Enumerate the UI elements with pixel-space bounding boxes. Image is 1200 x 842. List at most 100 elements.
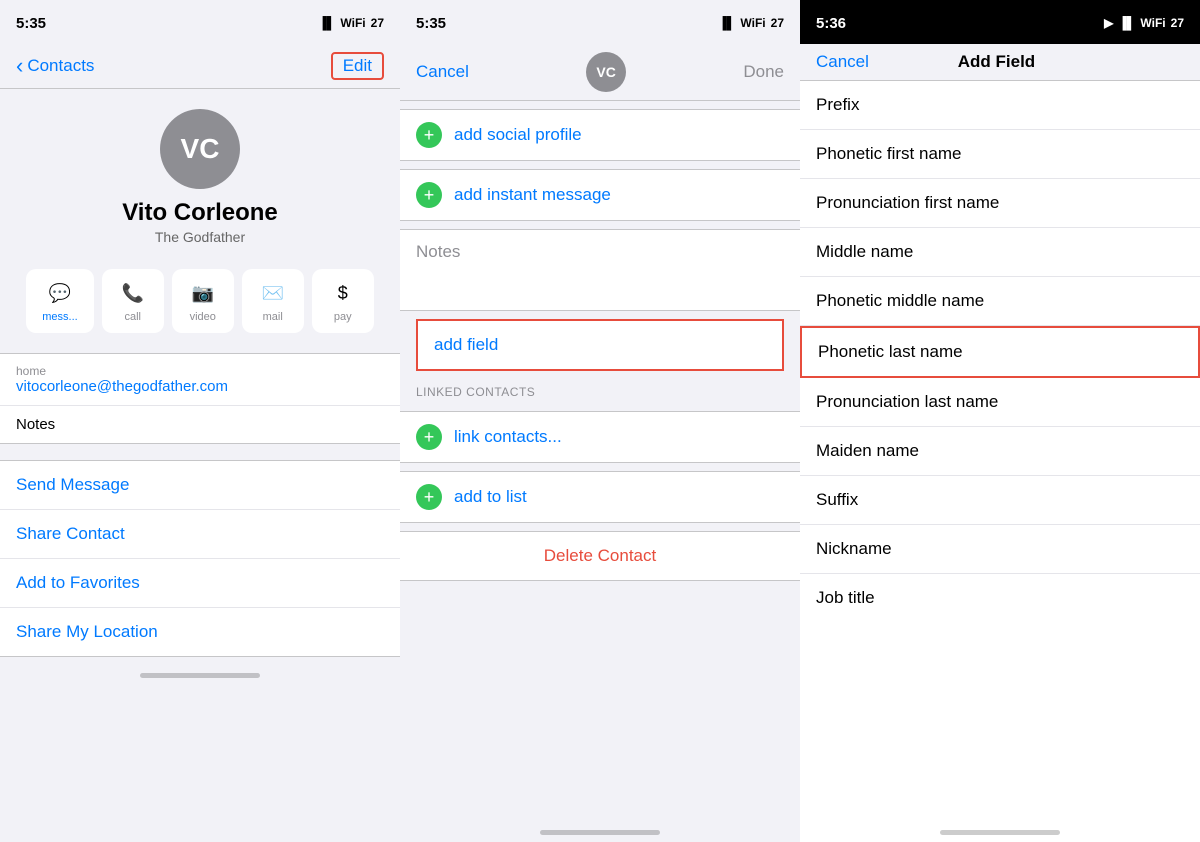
home-indicator-3 [800, 822, 1200, 842]
video-label: video [190, 311, 216, 323]
edit-scroll-area[interactable]: + add social profile + add instant messa… [400, 101, 800, 822]
add-field-panel: 5:36 ▶ ▐▌ WiFi 27 Cancel Add Field Prefi… [800, 0, 1200, 842]
battery-icon-2: 27 [771, 16, 784, 30]
contact-subtitle: The Godfather [155, 229, 245, 245]
pay-action-button[interactable]: $ pay [312, 269, 374, 333]
scroll-spacer [400, 589, 800, 609]
video-icon: 📷 [189, 279, 217, 307]
share-location-button[interactable]: Share My Location [0, 608, 400, 656]
add-field-label: add field [434, 335, 498, 354]
field-phonetic-last-name[interactable]: Phonetic last name [800, 326, 1200, 378]
add-im-section: + add instant message [400, 169, 800, 221]
add-social-plus-icon: + [416, 122, 442, 148]
signal-icon-2: ▐▌ [718, 16, 735, 30]
add-field-cancel-button[interactable]: Cancel [816, 52, 869, 72]
edit-contact-button[interactable]: Edit [331, 52, 384, 80]
field-list: Prefix Phonetic first name Pronunciation… [800, 81, 1200, 822]
contact-name: Vito Corleone [122, 199, 278, 227]
status-icons-2: ▐▌ WiFi 27 [718, 16, 784, 30]
notes-input-area[interactable]: Notes [400, 230, 800, 310]
back-to-contacts-button[interactable]: Contacts [16, 53, 94, 79]
add-social-label: add social profile [454, 125, 582, 145]
pay-label: pay [334, 311, 352, 323]
field-nickname[interactable]: Nickname [800, 525, 1200, 574]
home-bar-3 [940, 830, 1060, 835]
add-to-list-label: add to list [454, 487, 527, 507]
edit-done-button[interactable]: Done [743, 62, 784, 82]
email-label: home [16, 364, 384, 378]
home-bar-1 [140, 673, 260, 678]
status-time-1: 5:35 [16, 15, 46, 32]
contact-links-section: Send Message Share Contact Add to Favori… [0, 460, 400, 657]
field-job-title[interactable]: Job title [800, 574, 1200, 622]
delete-contact-section: Delete Contact [400, 531, 800, 581]
link-contacts-button[interactable]: + link contacts... [400, 412, 800, 462]
field-maiden-name[interactable]: Maiden name [800, 427, 1200, 476]
add-instant-message-button[interactable]: + add instant message [400, 170, 800, 220]
edit-avatar: VC [586, 52, 626, 92]
edit-cancel-button[interactable]: Cancel [416, 62, 469, 82]
call-action-button[interactable]: 📞 call [102, 269, 164, 333]
field-middle-name[interactable]: Middle name [800, 228, 1200, 277]
linked-contacts-section: + link contacts... [400, 411, 800, 463]
home-bar-2 [540, 830, 660, 835]
contact-nav-bar: Contacts Edit [0, 44, 400, 89]
call-icon: 📞 [119, 279, 147, 307]
mail-label: mail [263, 311, 283, 323]
add-field-button[interactable]: add field [416, 319, 784, 371]
pay-icon: $ [329, 279, 357, 307]
contact-header: VC Vito Corleone The Godfather [0, 89, 400, 257]
share-contact-button[interactable]: Share Contact [0, 510, 400, 559]
notes-section: Notes [400, 229, 800, 311]
notes-input-label: Notes [416, 242, 460, 261]
message-action-button[interactable]: 💬 mess... [26, 269, 93, 333]
add-field-title: Add Field [958, 52, 1035, 72]
field-phonetic-middle-name[interactable]: Phonetic middle name [800, 277, 1200, 326]
wifi-icon-2: WiFi [740, 16, 765, 30]
message-icon: 💬 [46, 279, 74, 307]
link-contacts-label: link contacts... [454, 427, 562, 447]
status-bar-2: 5:35 ▐▌ WiFi 27 [400, 0, 800, 44]
add-to-list-section: + add to list [400, 471, 800, 523]
contact-info-section: home vitocorleone@thegodfather.com Notes [0, 353, 400, 444]
email-value: vitocorleone@thegodfather.com [16, 378, 384, 395]
add-to-list-plus-icon: + [416, 484, 442, 510]
action-buttons: 💬 mess... 📞 call 📷 video ✉️ mail $ pay [0, 257, 400, 345]
notes-label: Notes [16, 416, 384, 433]
field-suffix[interactable]: Suffix [800, 476, 1200, 525]
status-time-3: 5:36 [816, 15, 846, 32]
avatar: VC [160, 109, 240, 189]
home-indicator-1 [0, 665, 400, 685]
signal-icon-3: ▐▌ [1118, 16, 1135, 30]
field-prefix[interactable]: Prefix [800, 81, 1200, 130]
field-phonetic-first-name[interactable]: Phonetic first name [800, 130, 1200, 179]
add-field-container: add field [416, 319, 784, 371]
add-to-list-button[interactable]: + add to list [400, 472, 800, 522]
email-row[interactable]: home vitocorleone@thegodfather.com [0, 354, 400, 406]
delete-contact-button[interactable]: Delete Contact [416, 546, 784, 566]
battery-icon-3: 27 [1171, 16, 1184, 30]
add-field-nav-bar: Cancel Add Field [800, 44, 1200, 81]
wifi-icon: WiFi [340, 16, 365, 30]
field-pronunciation-first-name[interactable]: Pronunciation first name [800, 179, 1200, 228]
mail-action-button[interactable]: ✉️ mail [242, 269, 304, 333]
add-profiles-section: + add social profile [400, 109, 800, 161]
edit-contact-panel: 5:35 ▐▌ WiFi 27 Cancel VC Done + add soc… [400, 0, 800, 842]
message-label: mess... [42, 311, 77, 323]
status-bar-1: 5:35 ▐▌ WiFi 27 [0, 0, 400, 44]
back-label: Contacts [27, 56, 94, 76]
add-social-profile-button[interactable]: + add social profile [400, 110, 800, 160]
add-im-label: add instant message [454, 185, 611, 205]
call-label: call [124, 311, 141, 323]
notes-row[interactable]: Notes [0, 406, 400, 443]
link-contacts-plus-icon: + [416, 424, 442, 450]
field-pronunciation-last-name[interactable]: Pronunciation last name [800, 378, 1200, 427]
video-action-button[interactable]: 📷 video [172, 269, 234, 333]
location-icon: ▶ [1104, 16, 1113, 30]
status-icons-1: ▐▌ WiFi 27 [318, 16, 384, 30]
add-to-favorites-button[interactable]: Add to Favorites [0, 559, 400, 608]
back-chevron-icon [16, 53, 23, 79]
wifi-icon-3: WiFi [1140, 16, 1165, 30]
contact-view-panel: 5:35 ▐▌ WiFi 27 Contacts Edit VC Vito Co… [0, 0, 400, 842]
send-message-button[interactable]: Send Message [0, 461, 400, 510]
